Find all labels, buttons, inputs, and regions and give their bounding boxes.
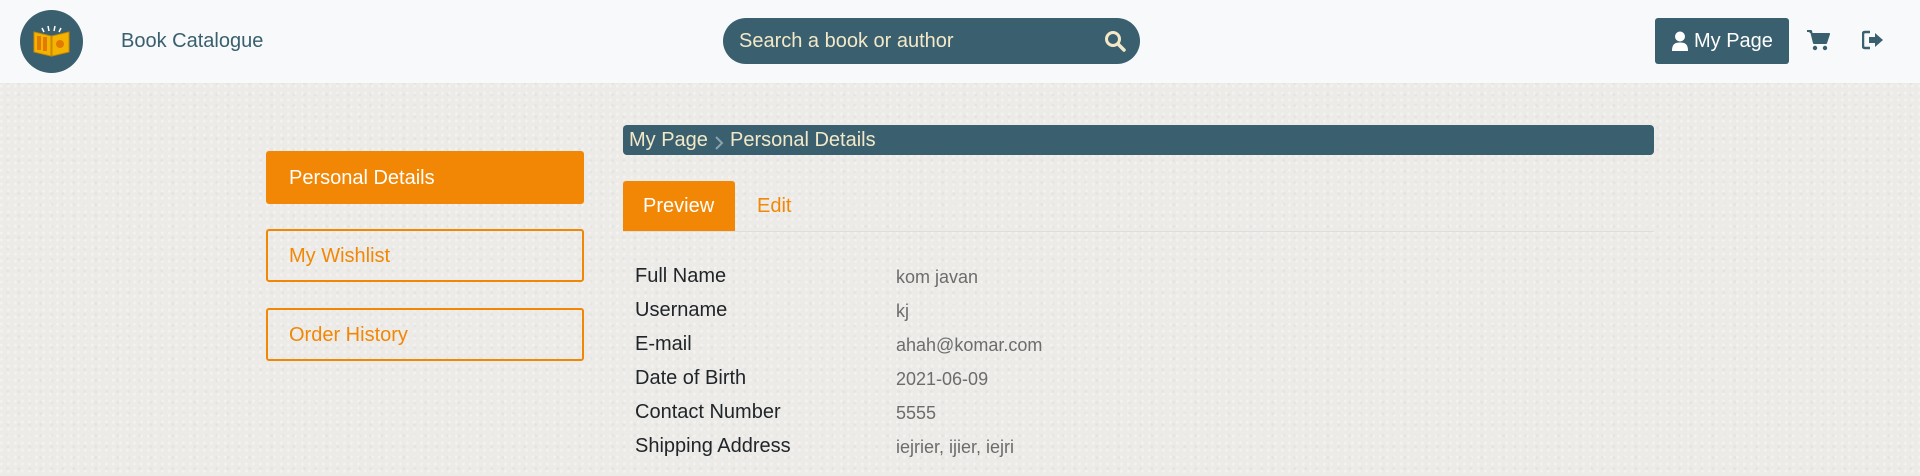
search-bar <box>723 18 1140 64</box>
my-page-label: My Page <box>1694 30 1773 52</box>
sidebar-item-label: Order History <box>289 324 408 346</box>
detail-label: Username <box>635 299 728 321</box>
tab-label: Preview <box>643 195 715 217</box>
breadcrumb: My Page Personal Details <box>623 125 1654 155</box>
detail-label: Shipping Address <box>635 435 791 457</box>
detail-row-full-name: Full Name kom javan <box>635 265 1435 295</box>
detail-row-email: E-mail ahah@komar.com <box>635 333 1435 363</box>
tab-edit[interactable]: Edit <box>740 181 800 231</box>
breadcrumb-my-page[interactable]: My Page <box>629 129 708 151</box>
book-logo-icon[interactable] <box>20 10 83 73</box>
sidebar-item-label: Personal Details <box>289 167 435 189</box>
detail-value: 2021-06-09 <box>896 369 989 389</box>
detail-value: iejrier, ijier, iejri <box>896 437 1015 457</box>
sidebar-item-my-wishlist[interactable]: My Wishlist <box>266 229 584 282</box>
tab-label: Edit <box>757 195 792 217</box>
cart-icon[interactable] <box>1806 29 1830 51</box>
sidebar-item-label: My Wishlist <box>289 245 391 267</box>
detail-row-username: Username kj <box>635 299 1435 329</box>
tab-preview[interactable]: Preview <box>623 181 735 231</box>
logout-icon[interactable] <box>1861 30 1884 50</box>
tabs-divider <box>623 231 1654 232</box>
detail-value: kom javan <box>896 267 979 287</box>
search-icon[interactable] <box>1104 30 1126 52</box>
detail-label: Contact Number <box>635 401 781 423</box>
sidebar-item-personal-details[interactable]: Personal Details <box>266 151 584 204</box>
detail-value: kj <box>896 301 909 321</box>
breadcrumb-personal-details: Personal Details <box>730 129 876 151</box>
user-icon <box>1671 31 1689 51</box>
sidebar-item-order-history[interactable]: Order History <box>266 308 584 361</box>
detail-row-date-of-birth: Date of Birth 2021-06-09 <box>635 367 1435 397</box>
detail-label: Full Name <box>635 265 727 287</box>
my-page-button[interactable]: My Page <box>1655 18 1789 64</box>
chevron-right-icon <box>714 133 724 150</box>
brand-title[interactable]: Book Catalogue <box>121 30 263 52</box>
detail-label: Date of Birth <box>635 367 747 389</box>
top-navbar: Book Catalogue My Page <box>0 0 1920 83</box>
detail-label: E-mail <box>635 333 692 355</box>
detail-row-contact-number: Contact Number 5555 <box>635 401 1435 431</box>
search-input[interactable] <box>739 18 1079 64</box>
detail-row-shipping-address: Shipping Address iejrier, ijier, iejri <box>635 435 1435 465</box>
detail-value: ahah@komar.com <box>896 335 1043 355</box>
detail-value: 5555 <box>896 403 937 423</box>
